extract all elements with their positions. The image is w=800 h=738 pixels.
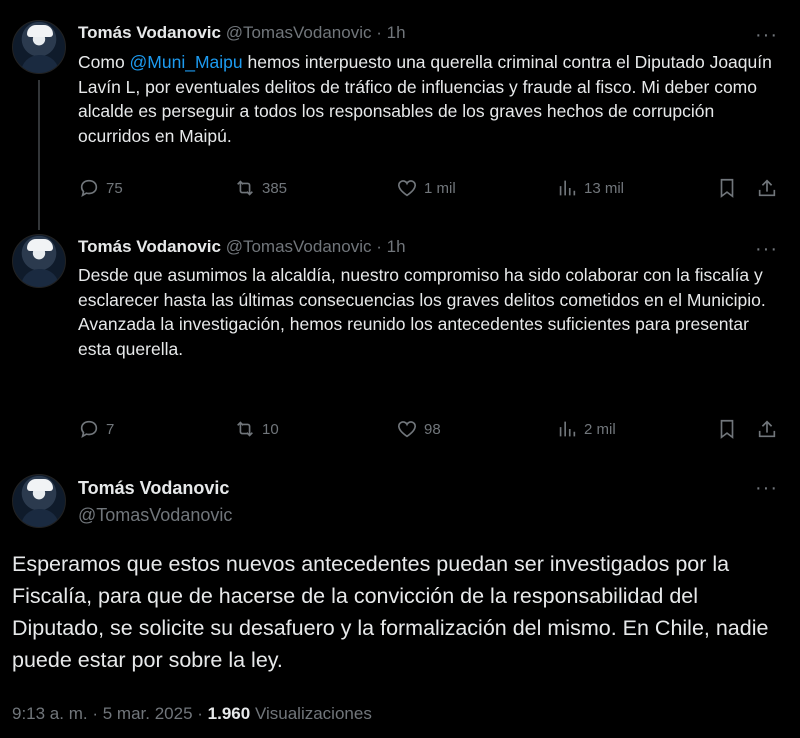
- thread-tweet-1[interactable]: Tomás Vodanovic @TomasVodanovic · 1h ···…: [0, 0, 800, 230]
- retweet-count: 385: [262, 179, 288, 197]
- tweet-text: Como @Muni_Maipu hemos interpuesto una q…: [78, 50, 778, 148]
- author-handle[interactable]: @TomasVodanovic: [226, 237, 372, 256]
- tweet-meta: 9:13 a. m. · 5 mar. 2025 · 1.960 Visuali…: [12, 704, 372, 724]
- mention-link[interactable]: @Muni_Maipu: [130, 52, 243, 72]
- like-count: 1 mil: [424, 179, 456, 197]
- views-icon: [559, 180, 576, 196]
- share-button[interactable]: [756, 177, 778, 199]
- views-icon: [559, 421, 576, 437]
- reply-count: 7: [106, 420, 115, 438]
- more-icon[interactable]: ···: [755, 239, 778, 259]
- like-button[interactable]: 1 mil: [396, 177, 456, 199]
- views-count: 2 mil: [584, 420, 616, 438]
- retweet-button[interactable]: 10: [234, 418, 279, 440]
- views-button[interactable]: 2 mil: [556, 418, 616, 440]
- tweet-text-part: Como: [78, 52, 130, 72]
- like-icon: [397, 421, 417, 438]
- tweet-header: Tomás Vodanovic @TomasVodanovic · 1h: [78, 237, 406, 257]
- author-name[interactable]: Tomás Vodanovic: [78, 237, 221, 256]
- reply-icon: [80, 179, 98, 198]
- avatar[interactable]: [12, 20, 66, 74]
- tweet-time[interactable]: 1h: [387, 237, 406, 256]
- views-label: Visualizaciones: [254, 704, 372, 723]
- tweet-date[interactable]: 5 mar. 2025: [103, 704, 193, 723]
- reply-button[interactable]: 75: [78, 177, 123, 199]
- thread-tweet-2[interactable]: Tomás Vodanovic @TomasVodanovic · 1h ···…: [0, 230, 800, 465]
- tweet-actions: 7 10 98 2 mil: [78, 418, 788, 442]
- bookmark-button[interactable]: [716, 177, 738, 199]
- author-handle[interactable]: @TomasVodanovic: [226, 23, 372, 42]
- tweet-actions: 75 385 1 mil 13 mil: [78, 177, 788, 201]
- tweet-header: Tomás Vodanovic @TomasVodanovic · 1h: [78, 23, 406, 43]
- share-button[interactable]: [756, 418, 778, 440]
- tweet-text: Desde que asumimos la alcaldía, nuestro …: [78, 265, 766, 359]
- share-icon: [758, 179, 776, 197]
- reply-count: 75: [106, 179, 123, 197]
- views-count: 1.960: [207, 704, 251, 723]
- author-name[interactable]: Tomás Vodanovic: [78, 23, 221, 42]
- author-handle[interactable]: @TomasVodanovic: [78, 505, 232, 526]
- separator-dot: ·: [197, 704, 203, 723]
- views-button[interactable]: 13 mil: [556, 177, 624, 199]
- share-icon: [758, 420, 776, 438]
- retweet-count: 10: [262, 420, 279, 438]
- author-name[interactable]: Tomás Vodanovic: [78, 478, 229, 499]
- retweet-icon: [237, 180, 253, 196]
- like-count: 98: [424, 420, 441, 438]
- separator-dot: ·: [376, 23, 382, 42]
- views-count: 13 mil: [584, 179, 625, 197]
- bookmark-icon: [720, 178, 734, 198]
- retweet-icon: [237, 421, 253, 437]
- reply-icon: [80, 420, 98, 439]
- tweet-time[interactable]: 9:13 a. m.: [12, 704, 88, 723]
- more-icon[interactable]: ···: [755, 478, 778, 498]
- tweet-time[interactable]: 1h: [387, 23, 406, 42]
- bookmark-button[interactable]: [716, 418, 738, 440]
- thread-connector-line: [38, 80, 40, 230]
- main-tweet-text: Esperamos que estos nuevos antecedentes …: [12, 552, 769, 672]
- like-button[interactable]: 98: [396, 418, 441, 440]
- retweet-button[interactable]: 385: [234, 177, 287, 199]
- avatar[interactable]: [12, 474, 66, 528]
- avatar[interactable]: [12, 234, 66, 288]
- reply-button[interactable]: 7: [78, 418, 114, 440]
- separator-dot: ·: [92, 704, 99, 723]
- separator-dot: ·: [376, 237, 382, 256]
- more-icon[interactable]: ···: [755, 25, 778, 45]
- bookmark-icon: [720, 419, 734, 439]
- like-icon: [397, 180, 417, 197]
